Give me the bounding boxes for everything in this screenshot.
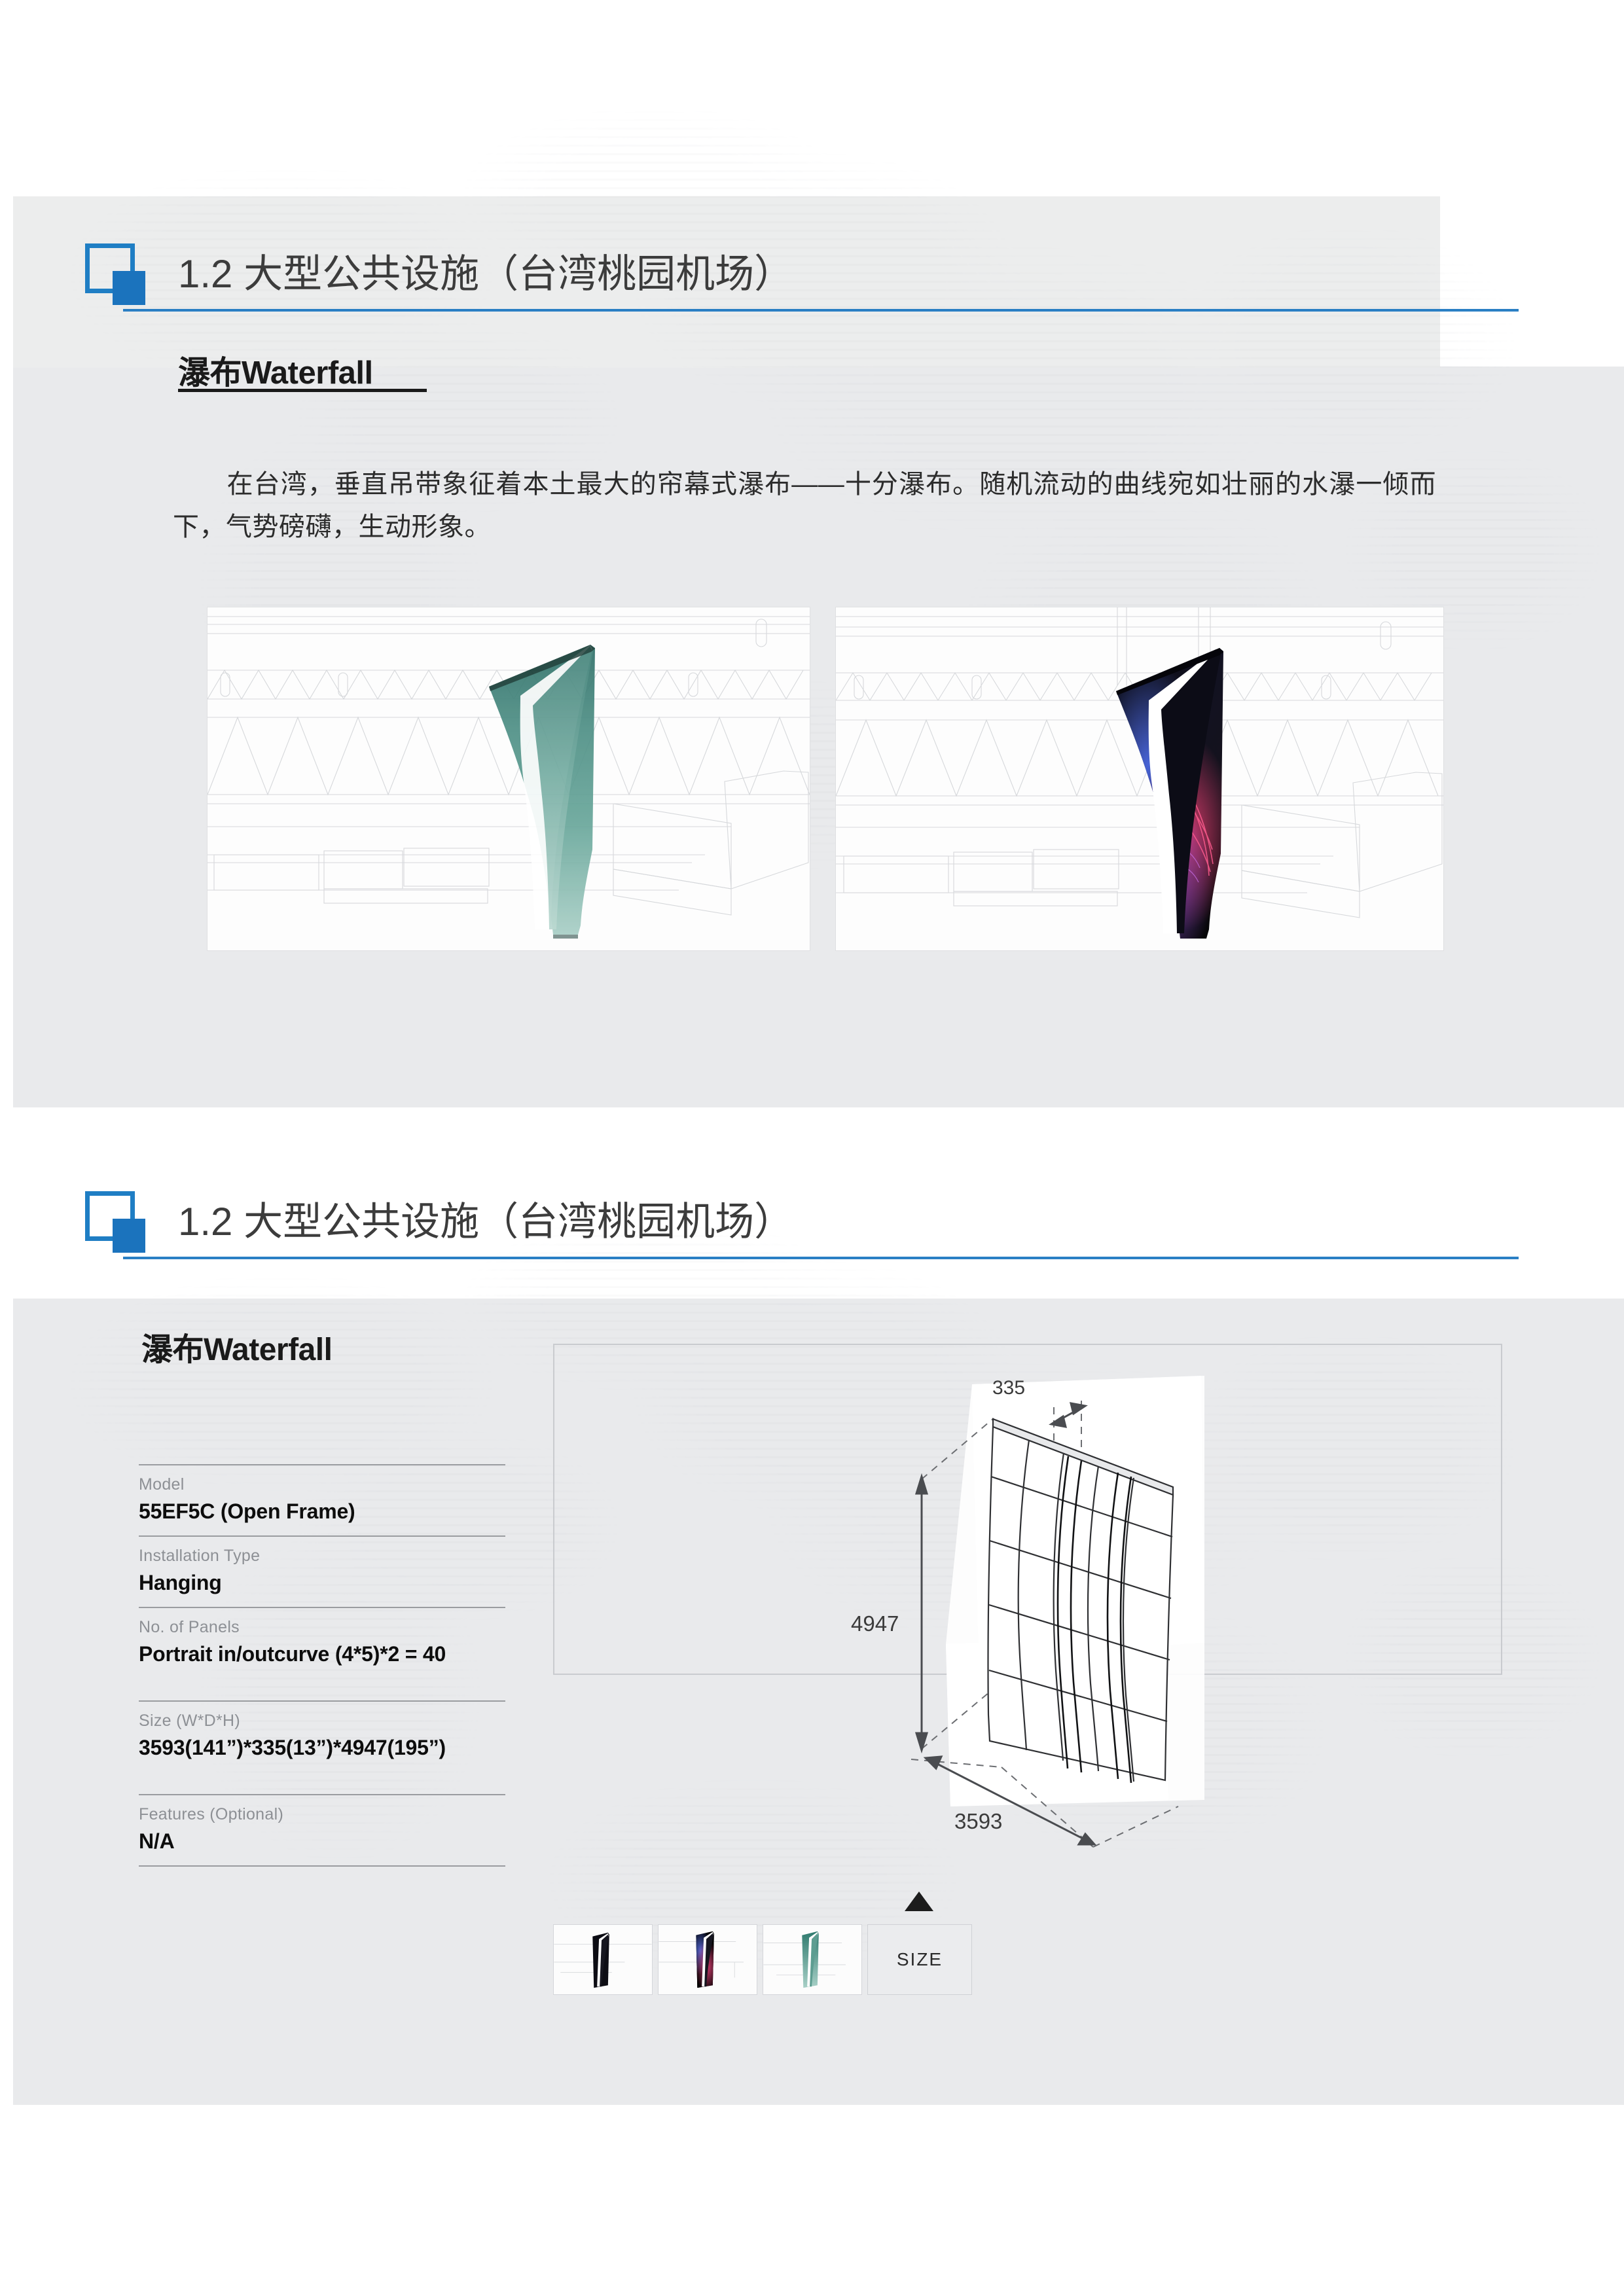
square-logo-mark-icon	[77, 2292, 148, 2296]
spec-value: 55EF5C (Open Frame)	[139, 1499, 355, 1523]
spec-row: Size (W*D*H) 3593(141”)*335(13”)*4947(19…	[139, 1700, 505, 1794]
header-underline	[123, 309, 1519, 312]
isometric-dimension-drawing: 335 4947 3593	[851, 1376, 1204, 1848]
spec-row: Installation Type Hanging	[139, 1535, 505, 1607]
section-heading: 瀑布Waterfall	[178, 355, 373, 391]
spec-row: Features (Optional) N/A	[139, 1794, 505, 1867]
spec-label: Features (Optional)	[139, 1805, 284, 1823]
page-title: 1.2 大型公共设施（台湾桃园机场）	[178, 252, 794, 296]
caret-up-icon	[905, 1892, 933, 1911]
section-heading-underline	[178, 389, 427, 392]
thumb-teal-display[interactable]	[763, 1924, 862, 1995]
body-paragraph-text: 在台湾，垂直吊带象征着本土最大的帘幕式瀑布——十分瀑布。随机流动的曲线宛如壮丽的…	[173, 470, 1436, 541]
spec-label: Size (W*D*H)	[139, 1712, 240, 1730]
logo-filled-square	[113, 271, 145, 305]
figure-waterfall-teal	[207, 607, 810, 951]
square-logo-mark-icon	[77, 237, 148, 309]
square-logo-mark-icon-2	[77, 1185, 148, 1257]
spec-value: 3593(141”)*335(13”)*4947(195”)	[139, 1736, 446, 1759]
page-title-2: 1.2 大型公共设施（台湾桃园机场）	[178, 1200, 794, 1244]
size-button[interactable]: SIZE	[867, 1924, 972, 1995]
spec-table: Model 55EF5C (Open Frame) Installation T…	[139, 1464, 505, 1867]
figure-waterfall-dark	[835, 607, 1444, 951]
thumb-dark-display-image	[554, 1925, 652, 1994]
spec-divider-last	[139, 1865, 505, 1867]
spec-label: No. of Panels	[139, 1618, 240, 1636]
thumbnail-strip: SIZE	[553, 1924, 998, 1996]
section-heading-2: 瀑布Waterfall	[141, 1333, 333, 1367]
spec-label: Model	[139, 1475, 185, 1494]
body-paragraph: 在台湾，垂直吊带象征着本土最大的帘幕式瀑布——十分瀑布。随机流动的曲线宛如壮丽的…	[173, 463, 1436, 548]
thumb-teal-display-image	[763, 1925, 861, 1994]
spec-row: No. of Panels Portrait in/outcurve (4*5)…	[139, 1607, 505, 1700]
spec-value: N/A	[139, 1829, 175, 1853]
spec-value: Hanging	[139, 1571, 222, 1594]
thumb-colorful-display[interactable]	[658, 1924, 757, 1995]
airport-hall-linework-2	[836, 607, 1443, 950]
page-1: 1.2 大型公共设施（台湾桃园机场） 瀑布Waterfall 在台湾，垂直吊带象…	[0, 0, 1624, 1107]
dim-width-label: 3593	[954, 1809, 1002, 1833]
page-2: 1.2 大型公共设施（台湾桃园机场） 瀑布Waterfall Model 55E…	[0, 1107, 1624, 2296]
size-button-label: SIZE	[896, 1949, 943, 1969]
dim-height-label: 4947	[851, 1611, 899, 1636]
logo-filled-square	[113, 1219, 145, 1253]
spec-label: Installation Type	[139, 1547, 261, 1565]
spec-row: Model 55EF5C (Open Frame)	[139, 1464, 505, 1535]
airport-hall-linework-1	[208, 607, 810, 950]
thumb-dark-display[interactable]	[553, 1924, 653, 1995]
spec-value: Portrait in/outcurve (4*5)*2 = 40	[139, 1642, 446, 1666]
thumb-colorful-display-image	[659, 1925, 757, 1994]
dim-depth-label: 335	[992, 1377, 1025, 1399]
header-underline-2	[123, 1257, 1519, 1259]
